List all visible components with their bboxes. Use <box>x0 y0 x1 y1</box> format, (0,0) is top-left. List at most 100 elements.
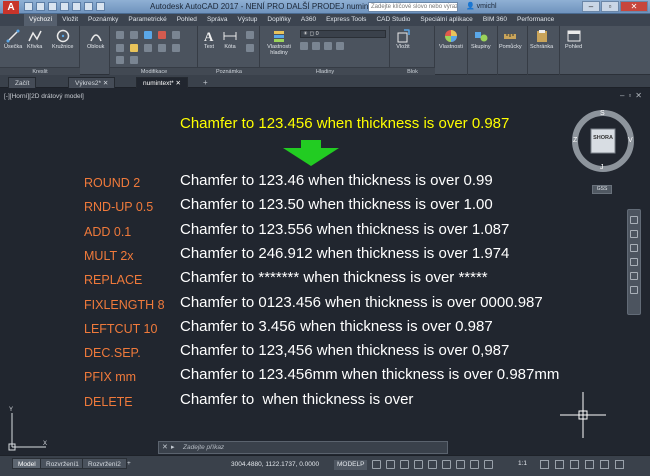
layout-tab-layout1[interactable]: Rozvržení1 <box>40 458 85 469</box>
search-input[interactable]: Zadejte klíčové slovo nebo výraz <box>368 2 458 12</box>
operation-label[interactable]: REPLACE <box>84 271 142 289</box>
user-account[interactable]: 👤 vmichl <box>466 2 497 10</box>
erase-icon[interactable] <box>158 31 166 39</box>
draw-panel-title[interactable]: Kreslit <box>0 67 80 75</box>
layers-panel-title[interactable]: Hladiny <box>260 67 390 75</box>
otrack-icon[interactable] <box>442 460 451 469</box>
ribbon-tab[interactable]: A360 <box>296 14 321 26</box>
circle-button[interactable]: Kružnice <box>52 29 73 50</box>
result-text[interactable]: Chamfer to 0123.456 when thickness is ov… <box>180 294 543 312</box>
file-tab-numintext[interactable]: numintext* ✕ <box>136 77 188 88</box>
annotation-scale[interactable]: 1:1 <box>518 460 527 467</box>
ortho-icon[interactable] <box>400 460 409 469</box>
ribbon-tab[interactable]: CAD Studio <box>371 14 415 26</box>
operation-label[interactable]: DELETE <box>84 393 133 411</box>
selection-cycling-icon[interactable] <box>484 460 493 469</box>
block-panel-title[interactable]: Blok <box>390 67 435 75</box>
groups-button[interactable]: Skupiny <box>471 29 491 50</box>
ribbon-tab[interactable]: Výchozí <box>24 14 58 26</box>
autocad-logo-icon[interactable]: A <box>3 1 19 14</box>
operation-label[interactable]: DEC.SEP. <box>84 344 141 362</box>
osnap-icon[interactable] <box>428 460 437 469</box>
operation-label[interactable]: LEFTCUT 10 <box>84 320 157 338</box>
drawing-viewport[interactable]: [-][Horní][2D drátový model] – ▫ ✕ Chamf… <box>0 89 650 454</box>
navbar-menu-icon[interactable] <box>630 286 638 294</box>
save-as-icon[interactable] <box>60 2 69 11</box>
transparency-icon[interactable] <box>470 460 479 469</box>
operation-label[interactable]: RND-UP 0.5 <box>84 198 153 216</box>
ribbon-tab[interactable]: Pohled <box>172 14 202 26</box>
redo-icon[interactable] <box>96 2 105 11</box>
workspace-gear-icon[interactable] <box>540 460 549 469</box>
ribbon-tab[interactable]: Poznámky <box>83 14 123 26</box>
mirror-icon[interactable] <box>116 44 124 52</box>
scale-icon[interactable] <box>172 44 180 52</box>
modify-panel-title[interactable]: Modifikace <box>110 67 198 75</box>
model-space-toggle[interactable]: MODELP <box>334 460 368 470</box>
leader-icon[interactable] <box>246 31 254 39</box>
save-icon[interactable] <box>48 2 57 11</box>
move-icon[interactable] <box>116 31 124 39</box>
operation-label[interactable]: PFIX mm <box>84 368 136 386</box>
clean-screen-icon[interactable] <box>600 460 609 469</box>
layer-properties-button[interactable]: Vlastnosti hladiny <box>264 29 294 56</box>
array-icon[interactable] <box>116 56 124 64</box>
print-icon[interactable] <box>72 2 81 11</box>
operation-label[interactable]: MULT 2x <box>84 247 134 265</box>
result-text[interactable]: Chamfer to 246.912 when thickness is ove… <box>180 245 509 263</box>
clipboard-button[interactable]: Schránka <box>530 29 553 50</box>
stretch-icon[interactable] <box>158 44 166 52</box>
viewport-restore-button[interactable]: ▫ <box>628 92 631 100</box>
result-text[interactable]: Chamfer to 3.456 when thickness is over … <box>180 318 493 336</box>
result-text[interactable]: Chamfer to 123.456mm when thickness is o… <box>180 366 559 384</box>
result-text[interactable]: Chamfer to 123,456 when thickness is ove… <box>180 342 509 360</box>
orbit-icon[interactable] <box>630 258 638 266</box>
trim-icon[interactable] <box>144 31 152 39</box>
viewcube[interactable] <box>571 109 635 173</box>
coordinate-readout[interactable]: 3004.4880, 1122.1737, 0.0000 <box>231 461 319 468</box>
zoom-icon[interactable] <box>630 244 638 252</box>
add-layout-button[interactable]: + <box>122 458 136 469</box>
file-tab-start[interactable]: Začít <box>8 77 37 88</box>
operation-label[interactable]: ADD 0.1 <box>84 223 131 241</box>
showmotion-icon[interactable] <box>630 272 638 280</box>
pan-icon[interactable] <box>630 230 638 238</box>
arc-button[interactable]: Oblouk <box>87 29 104 50</box>
viewport-minimize-button[interactable]: – <box>620 92 624 100</box>
result-text[interactable]: Chamfer to 123.556 when thickness is ove… <box>180 221 509 239</box>
result-text[interactable]: Chamfer to ******* when thickness is ove… <box>180 269 488 287</box>
polar-icon[interactable] <box>414 460 423 469</box>
ribbon-tab[interactable]: Parametrické <box>123 14 171 26</box>
ribbon-tab[interactable]: Vložit <box>57 14 83 26</box>
ribbon-tab[interactable]: Express Tools <box>321 14 371 26</box>
ribbon-tab[interactable]: Výstup <box>233 14 263 26</box>
result-text[interactable]: Chamfer to when thickness is over <box>180 391 413 409</box>
command-history-icon[interactable]: ▸ <box>171 443 175 451</box>
annotation-monitor-icon[interactable] <box>555 460 564 469</box>
copy-icon[interactable] <box>172 31 180 39</box>
layer-combo[interactable]: ☀ ◻ 0 <box>300 30 386 38</box>
close-button[interactable]: ✕ <box>620 1 648 12</box>
dimension-button[interactable]: Kóta <box>223 29 237 50</box>
layout-tab-model[interactable]: Model <box>12 458 42 469</box>
isolate-objects-icon[interactable] <box>570 460 579 469</box>
snap-icon[interactable] <box>386 460 395 469</box>
layer-freeze-icon[interactable] <box>324 42 332 50</box>
offset-icon[interactable] <box>130 56 138 64</box>
view-button[interactable]: Pohled <box>565 29 582 50</box>
layer-iso-icon[interactable] <box>312 42 320 50</box>
lineweight-icon[interactable] <box>456 460 465 469</box>
result-text[interactable]: Chamfer to 123.50 when thickness is over… <box>180 196 493 214</box>
viewcube-face[interactable] <box>590 128 616 154</box>
undo-icon[interactable] <box>84 2 93 11</box>
layer-lock-icon[interactable] <box>336 42 344 50</box>
insert-block-button[interactable]: Vložit <box>396 29 410 50</box>
table-icon[interactable] <box>246 44 254 52</box>
layout-tab-layout2[interactable]: Rozvržení2 <box>82 458 127 469</box>
source-text[interactable]: Chamfer to 123.456 when thickness is ove… <box>180 115 509 132</box>
explode-icon[interactable] <box>144 44 152 52</box>
minimize-button[interactable]: – <box>582 1 600 12</box>
customization-menu-icon[interactable] <box>615 460 624 469</box>
rotate-icon[interactable] <box>130 31 138 39</box>
command-line[interactable]: ✕ ▸ Zadejte příkaz <box>158 441 448 454</box>
